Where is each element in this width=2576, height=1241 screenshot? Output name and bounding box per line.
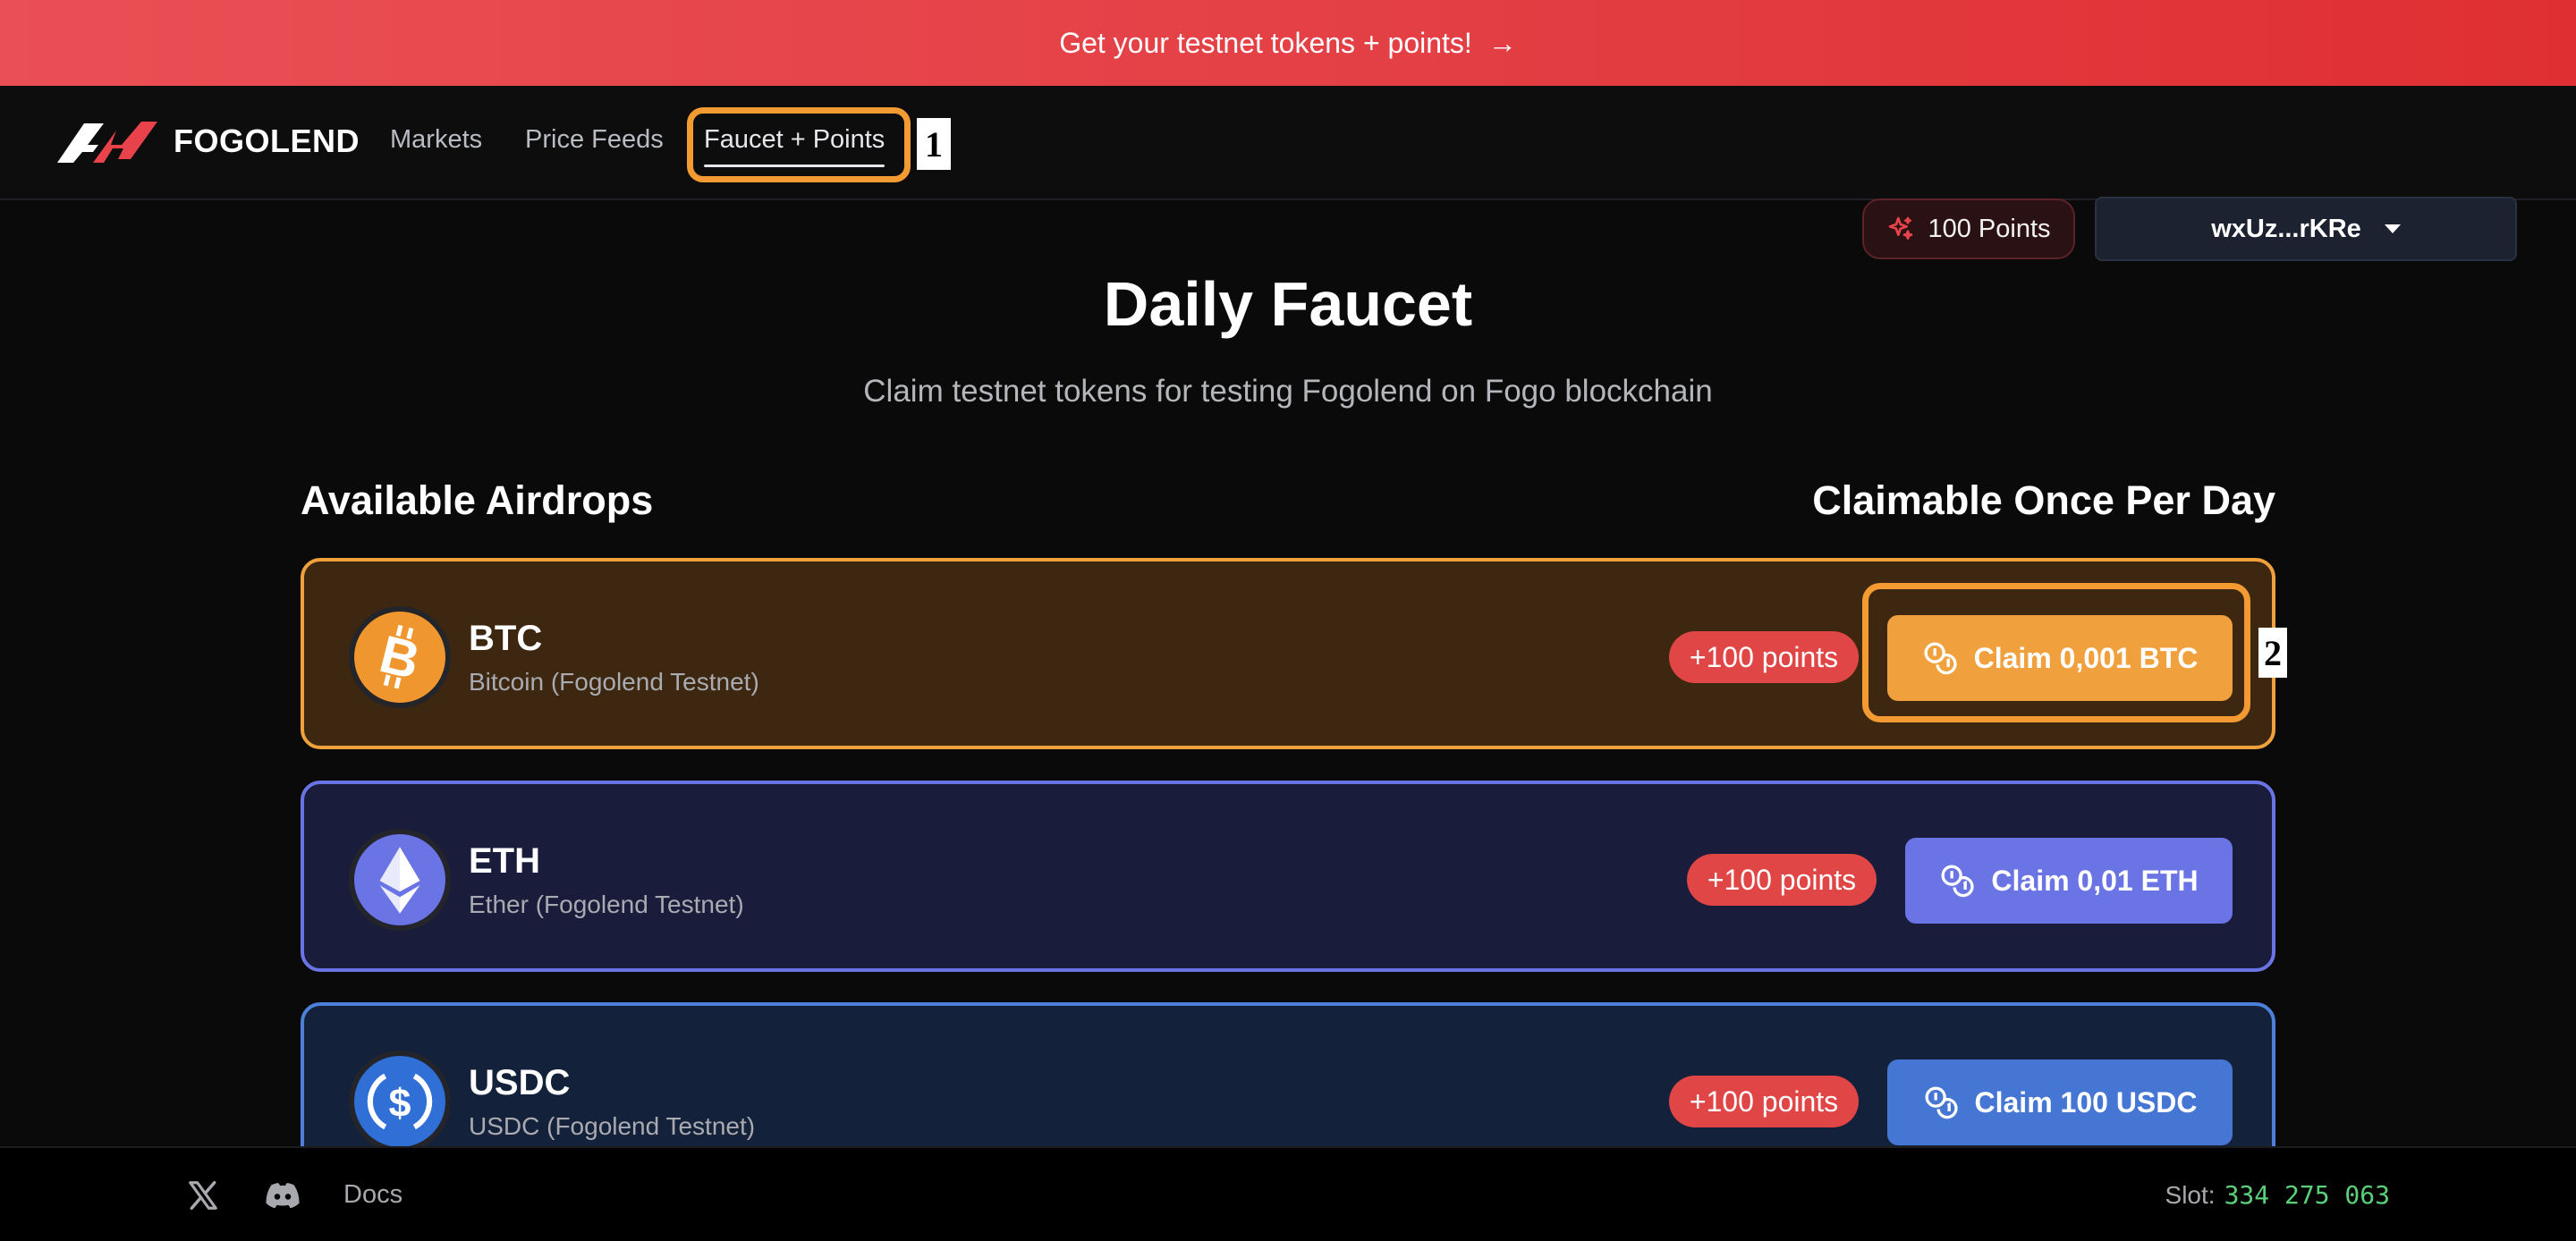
docs-link[interactable]: Docs — [343, 1180, 402, 1210]
token-name: Bitcoin (Fogolend Testnet) — [469, 668, 759, 696]
footer: Docs Slot: 334 275 063 — [0, 1146, 2576, 1241]
nav-link-markets[interactable]: Markets — [390, 125, 482, 155]
claim-usdc-label: Claim 100 USDC — [1974, 1085, 2198, 1119]
promo-banner[interactable]: Get your testnet tokens + points! → — [0, 0, 2576, 86]
token-name: Ether (Fogolend Testnet) — [469, 891, 744, 918]
points-reward-badge: +100 points — [1687, 854, 1877, 906]
section-title-available-airdrops: Available Airdrops — [301, 477, 654, 523]
token-symbol: BTC — [469, 619, 543, 658]
section-title-claimable: Claimable Once Per Day — [1812, 477, 2275, 523]
x-icon[interactable] — [186, 1178, 220, 1212]
brand-logo[interactable]: FOGOLEND — [57, 118, 360, 165]
highlight-box-1 — [687, 107, 911, 182]
claim-usdc-button[interactable]: Claim 100 USDC — [1887, 1059, 2233, 1145]
nav-link-price-feeds[interactable]: Price Feeds — [525, 125, 664, 155]
points-reward-badge: +100 points — [1669, 1076, 1859, 1127]
wallet-button[interactable]: wxUz...rKRe — [2095, 197, 2517, 261]
page-title: Daily Faucet — [1103, 269, 1473, 339]
promo-banner-text[interactable]: Get your testnet tokens + points! — [1059, 27, 1472, 60]
slot-indicator: Slot: 334 275 063 — [2165, 1180, 2390, 1210]
fogolend-logo-icon — [57, 122, 157, 163]
top-nav: FOGOLEND Markets Price Feeds Faucet + Po… — [0, 86, 2576, 261]
coins-icon — [1941, 865, 1975, 898]
sparkle-icon — [1889, 216, 1913, 240]
claim-eth-label: Claim 0,01 ETH — [1991, 864, 2199, 897]
slot-label: Slot: — [2165, 1181, 2216, 1209]
points-label: 100 Points — [1928, 214, 2051, 243]
airdrop-card-eth: ETH Ether (Fogolend Testnet) +100 points… — [301, 781, 2275, 972]
discord-icon[interactable] — [265, 1180, 301, 1211]
app-frame: Get your testnet tokens + points! → FOGO… — [0, 0, 2576, 1241]
coins-icon — [1925, 1086, 1958, 1119]
slot-value: 334 275 063 — [2224, 1180, 2390, 1210]
wallet-address: wxUz...rKRe — [2211, 214, 2361, 243]
usdc-icon: $ — [354, 1056, 445, 1147]
claim-eth-button[interactable]: Claim 0,01 ETH — [1905, 838, 2233, 924]
annotation-marker-1: 1 — [917, 118, 951, 170]
arrow-right-icon: → — [1487, 26, 1517, 59]
chevron-down-icon — [2384, 224, 2401, 233]
token-symbol: USDC — [469, 1063, 571, 1102]
bitcoin-icon: B — [354, 612, 445, 703]
token-name: USDC (Fogolend Testnet) — [469, 1112, 756, 1140]
page-subtitle: Claim testnet tokens for testing Fogolen… — [863, 374, 1713, 409]
token-symbol: ETH — [469, 841, 540, 881]
ethereum-icon — [354, 834, 445, 925]
points-reward-badge: +100 points — [1669, 631, 1859, 683]
annotation-marker-2: 2 — [2258, 628, 2287, 678]
points-badge[interactable]: 100 Points — [1862, 198, 2075, 259]
svg-text:$: $ — [389, 1079, 411, 1125]
brand-name: FOGOLEND — [174, 122, 360, 159]
highlight-box-2 — [1862, 583, 2250, 722]
